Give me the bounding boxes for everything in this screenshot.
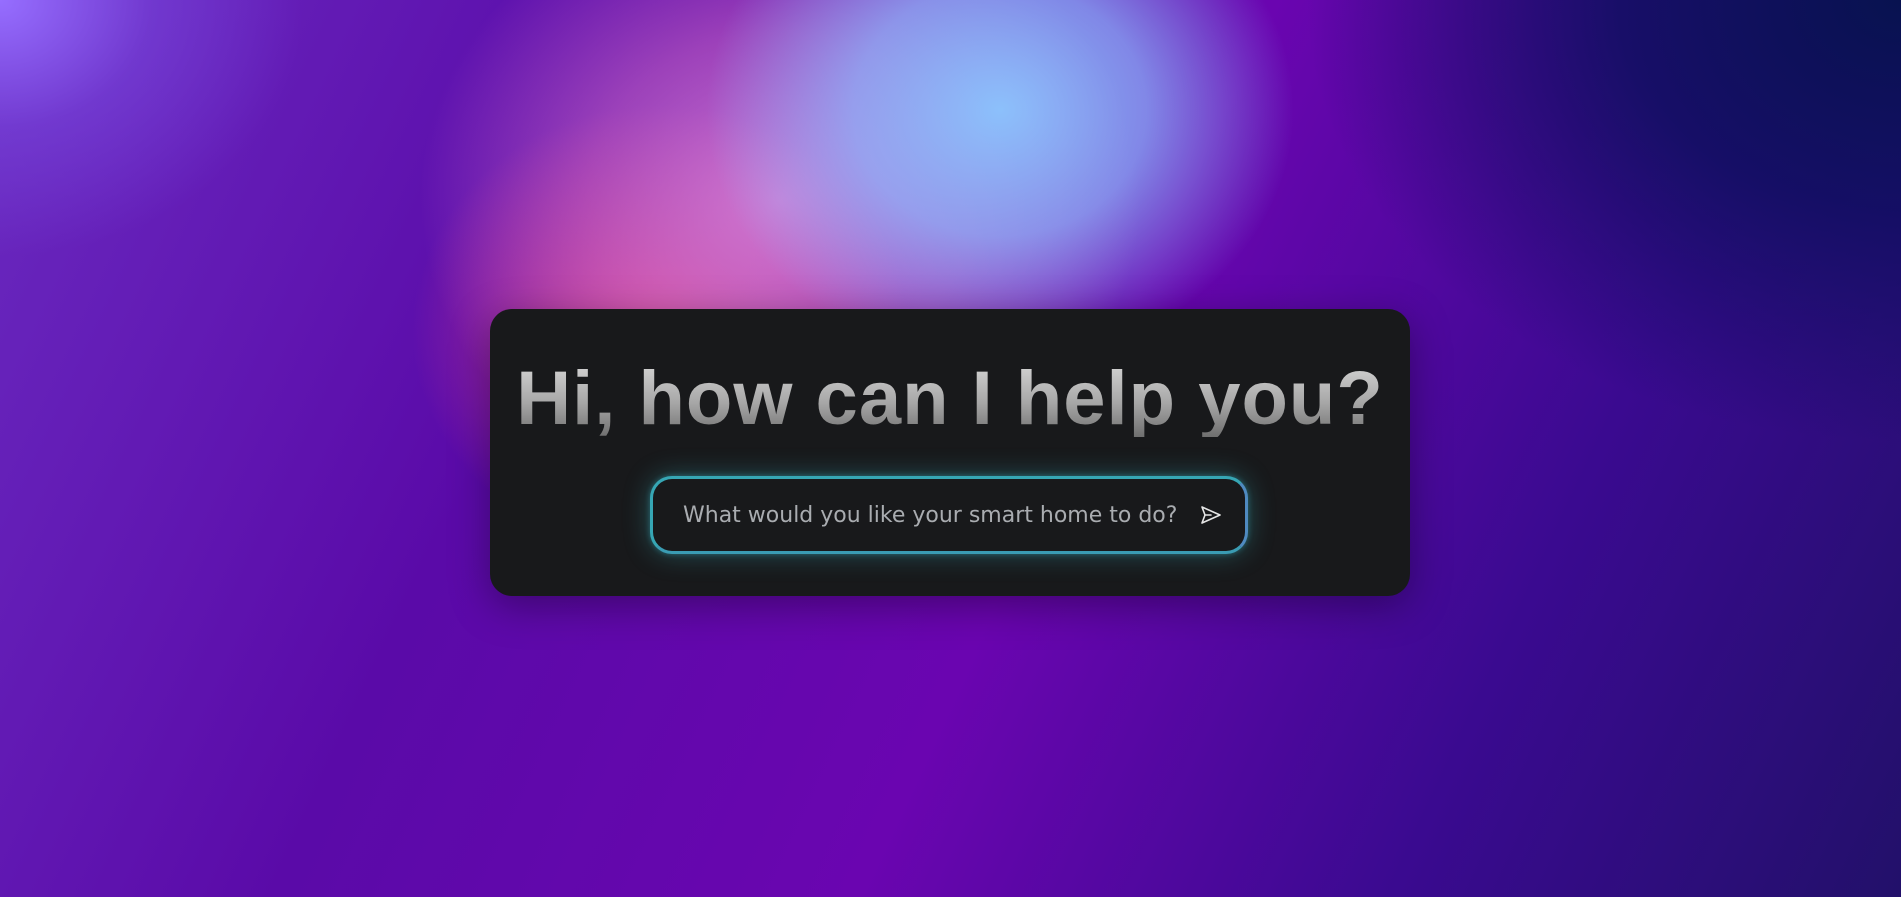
query-input[interactable] (653, 479, 1183, 551)
send-button[interactable] (1183, 487, 1239, 543)
assistant-card: Hi, how can I help you? (490, 309, 1410, 596)
send-icon (1201, 506, 1221, 524)
query-input-container (650, 476, 1248, 554)
greeting-heading: Hi, how can I help you? (490, 361, 1410, 437)
